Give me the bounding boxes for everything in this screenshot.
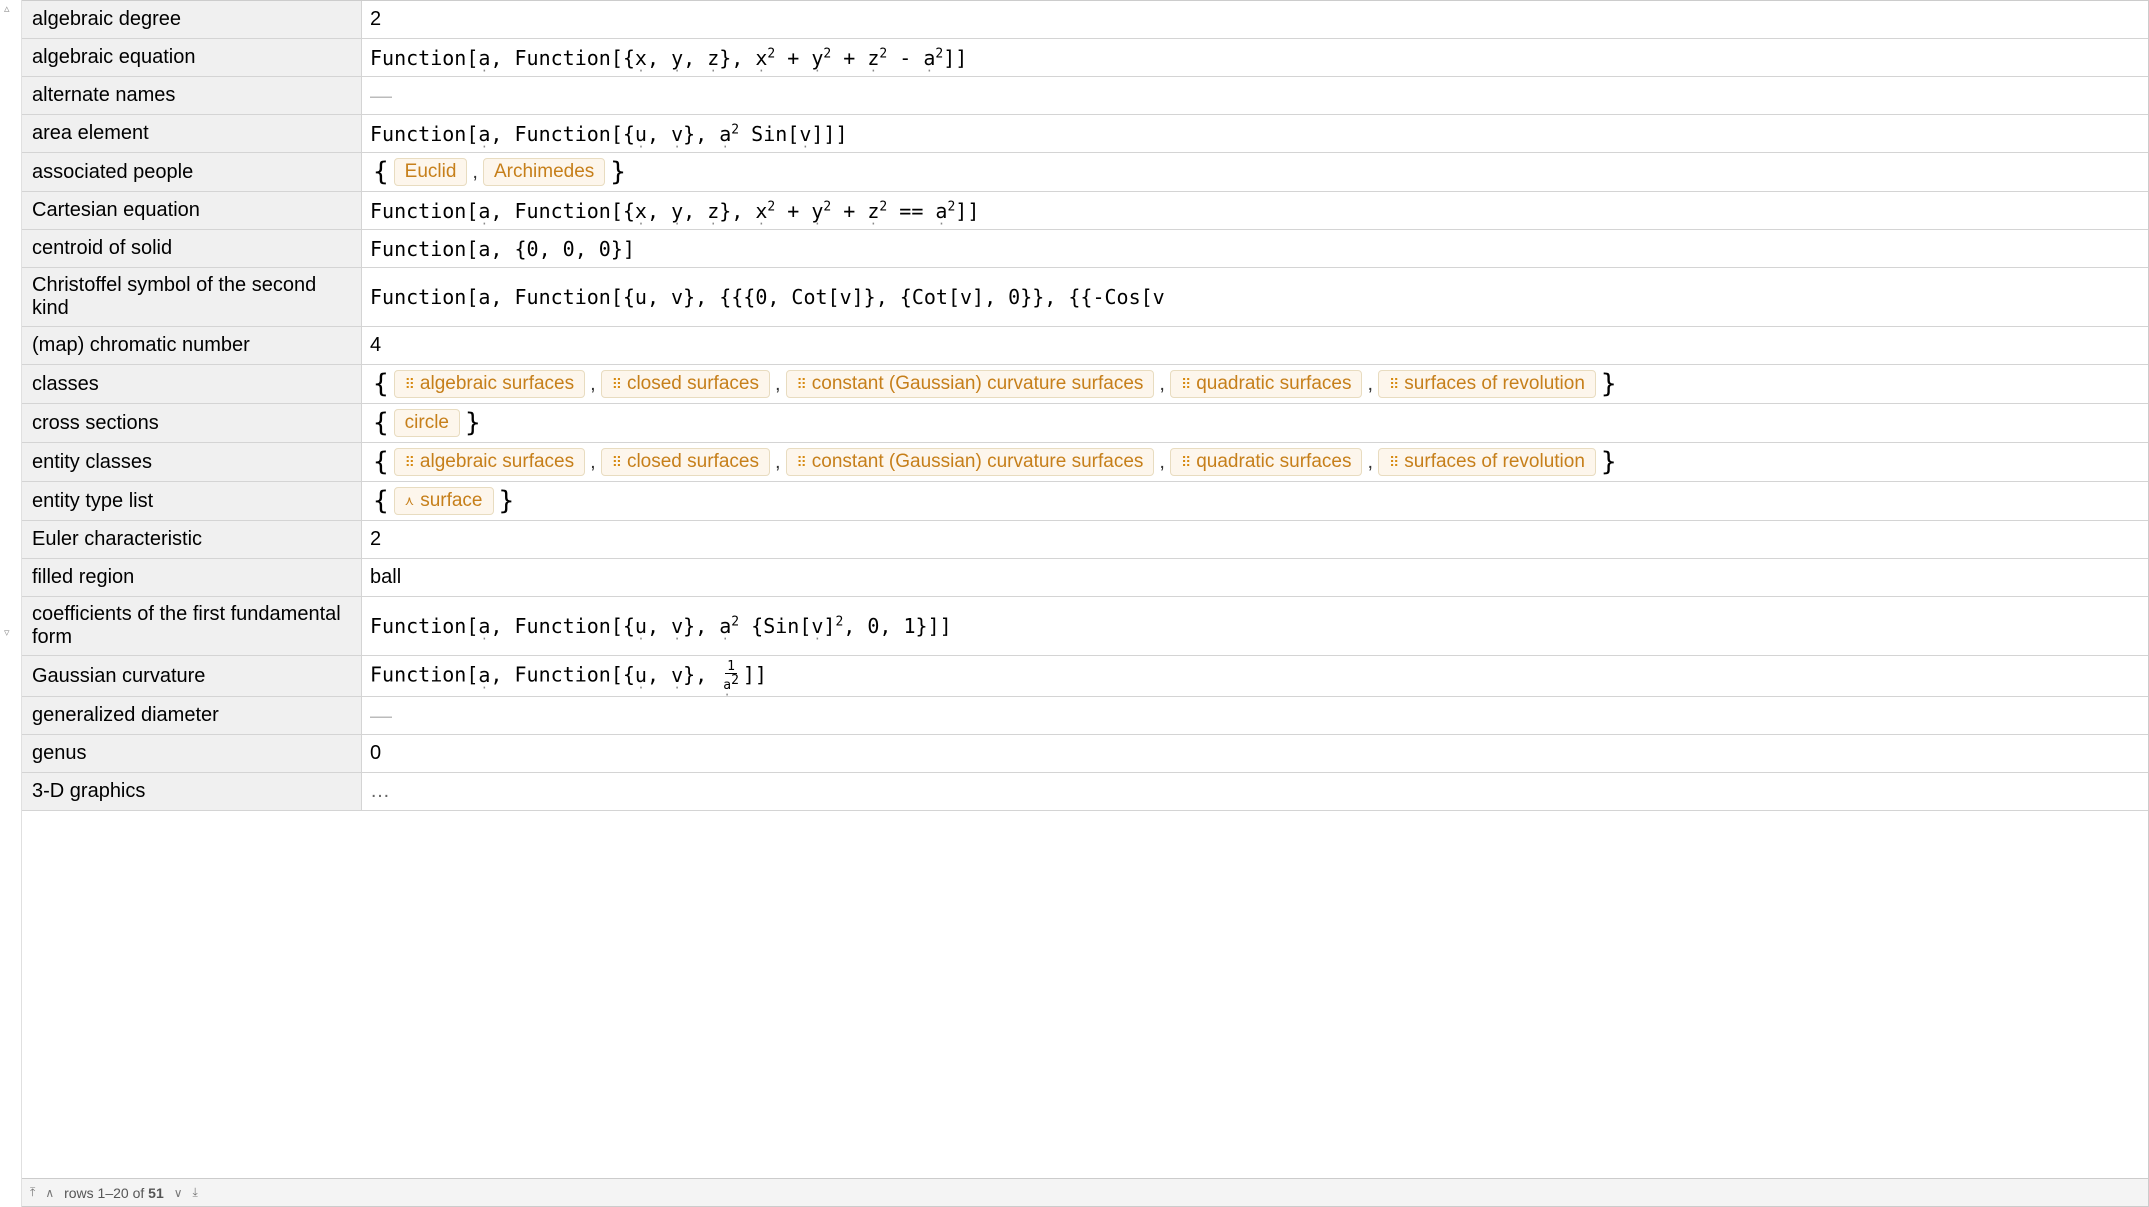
dataset-grid: algebraic degree2algebraic equationFunct… xyxy=(22,1,2148,1178)
table-row: coefficients of the first fundamental fo… xyxy=(22,597,2148,656)
property-value[interactable]: {⋏surface} xyxy=(362,482,2148,520)
property-key[interactable]: genus xyxy=(22,735,362,772)
property-key[interactable]: area element xyxy=(22,115,362,152)
table-row: area elementFunction[a, Function[{u, v},… xyxy=(22,115,2148,153)
property-value[interactable]: Function[a, Function[{u, v}, a2 Sin[v]]] xyxy=(362,115,2148,152)
property-key[interactable]: 3-D graphics xyxy=(22,773,362,810)
entity-chip[interactable]: ⠿closed surfaces xyxy=(601,370,770,398)
entity-chip[interactable]: ⠿quadratic surfaces xyxy=(1170,448,1363,476)
table-row: centroid of solidFunction[a, {0, 0, 0}] xyxy=(22,230,2148,268)
cell-bracket-bottom[interactable]: ▿ xyxy=(4,626,10,639)
table-row: Christoffel symbol of the second kindFun… xyxy=(22,268,2148,327)
table-row: (map) chromatic number4 xyxy=(22,327,2148,365)
prev-page-icon[interactable]: ∧ xyxy=(45,1186,54,1200)
rows-indicator: rows 1–20 of 51 xyxy=(64,1185,164,1201)
entity-chip[interactable]: circle xyxy=(394,409,460,437)
table-row: Gaussian curvatureFunction[a, Function[{… xyxy=(22,656,2148,697)
property-key[interactable]: entity type list xyxy=(22,482,362,520)
property-value[interactable]: Function[a, Function[{x, y, z}, x2 + y2 … xyxy=(362,192,2148,229)
entity-chip[interactable]: ⠿constant (Gaussian) curvature surfaces xyxy=(786,448,1155,476)
property-value[interactable]: Function[a, Function[{x, y, z}, x2 + y2 … xyxy=(362,39,2148,76)
property-key[interactable]: Cartesian equation xyxy=(22,192,362,229)
property-value[interactable]: — xyxy=(362,697,2148,734)
table-row: entity classes{⠿algebraic surfaces,⠿clos… xyxy=(22,443,2148,482)
entity-chip[interactable]: ⠿surfaces of revolution xyxy=(1378,448,1596,476)
cell-gutter: ▵ ▿ xyxy=(0,0,22,1207)
property-value[interactable]: Function[a, Function[{u, v}, {{{0, Cot[v… xyxy=(362,268,2148,326)
property-key[interactable]: cross sections xyxy=(22,404,362,442)
property-value[interactable]: {Euclid,Archimedes} xyxy=(362,153,2148,191)
notebook-container: ▵ ▿ algebraic degree2algebraic equationF… xyxy=(0,0,2149,1207)
entity-chip[interactable]: ⠿surfaces of revolution xyxy=(1378,370,1596,398)
property-key[interactable]: algebraic degree xyxy=(22,1,362,38)
table-row: generalized diameter— xyxy=(22,697,2148,735)
property-key[interactable]: Euler characteristic xyxy=(22,521,362,558)
entity-chip[interactable]: ⠿algebraic surfaces xyxy=(394,370,585,398)
table-row: algebraic degree2 xyxy=(22,1,2148,39)
first-page-icon[interactable]: ⤒ xyxy=(30,1185,35,1200)
dataset-panel: algebraic degree2algebraic equationFunct… xyxy=(22,0,2149,1207)
property-key[interactable]: coefficients of the first fundamental fo… xyxy=(22,597,362,655)
cell-bracket-top[interactable]: ▵ xyxy=(4,2,10,15)
property-value[interactable]: 2 xyxy=(362,521,2148,558)
property-value[interactable]: Function[a, {0, 0, 0}] xyxy=(362,230,2148,267)
property-key[interactable]: centroid of solid xyxy=(22,230,362,267)
entity-chip[interactable]: Euclid xyxy=(394,158,468,186)
last-page-icon[interactable]: ⤓ xyxy=(193,1185,198,1200)
property-value[interactable]: Function[a, Function[{u, v}, a2 {Sin[v]2… xyxy=(362,597,2148,655)
table-row: Euler characteristic2 xyxy=(22,521,2148,559)
table-row: alternate names— xyxy=(22,77,2148,115)
property-value[interactable]: … xyxy=(362,773,2148,810)
property-key[interactable]: Christoffel symbol of the second kind xyxy=(22,268,362,326)
entity-chip[interactable]: ⠿closed surfaces xyxy=(601,448,770,476)
property-value[interactable]: Function[a, Function[{u, v}, 1a2]] xyxy=(362,656,2148,696)
property-key[interactable]: Gaussian curvature xyxy=(22,656,362,696)
entity-chip[interactable]: ⋏surface xyxy=(394,487,494,515)
property-value[interactable]: {⠿algebraic surfaces,⠿closed surfaces,⠿c… xyxy=(362,365,2148,403)
entity-chip[interactable]: ⠿constant (Gaussian) curvature surfaces xyxy=(786,370,1155,398)
property-value[interactable]: {⠿algebraic surfaces,⠿closed surfaces,⠿c… xyxy=(362,443,2148,481)
table-row: classes{⠿algebraic surfaces,⠿closed surf… xyxy=(22,365,2148,404)
table-row: genus0 xyxy=(22,735,2148,773)
table-row: algebraic equationFunction[a, Function[{… xyxy=(22,39,2148,77)
property-key[interactable]: classes xyxy=(22,365,362,403)
property-value[interactable]: — xyxy=(362,77,2148,114)
property-key[interactable]: algebraic equation xyxy=(22,39,362,76)
table-row: 3-D graphics… xyxy=(22,773,2148,811)
property-value[interactable]: 0 xyxy=(362,735,2148,772)
entity-chip[interactable]: Archimedes xyxy=(483,158,605,186)
entity-chip[interactable]: ⠿quadratic surfaces xyxy=(1170,370,1363,398)
table-row: entity type list{⋏surface} xyxy=(22,482,2148,521)
table-row: cross sections{circle} xyxy=(22,404,2148,443)
property-key[interactable]: entity classes xyxy=(22,443,362,481)
table-row: filled regionball xyxy=(22,559,2148,597)
property-key[interactable]: filled region xyxy=(22,559,362,596)
property-key[interactable]: associated people xyxy=(22,153,362,191)
property-value[interactable]: ball xyxy=(362,559,2148,596)
next-page-icon[interactable]: ∨ xyxy=(174,1186,183,1200)
property-value[interactable]: 2 xyxy=(362,1,2148,38)
table-row: associated people{Euclid,Archimedes} xyxy=(22,153,2148,192)
table-row: Cartesian equationFunction[a, Function[{… xyxy=(22,192,2148,230)
property-key[interactable]: (map) chromatic number xyxy=(22,327,362,364)
property-key[interactable]: alternate names xyxy=(22,77,362,114)
entity-chip[interactable]: ⠿algebraic surfaces xyxy=(394,448,585,476)
property-key[interactable]: generalized diameter xyxy=(22,697,362,734)
property-value[interactable]: 4 xyxy=(362,327,2148,364)
dataset-footer: ⤒ ∧ rows 1–20 of 51 ∨ ⤓ xyxy=(22,1178,2148,1206)
property-value[interactable]: {circle} xyxy=(362,404,2148,442)
